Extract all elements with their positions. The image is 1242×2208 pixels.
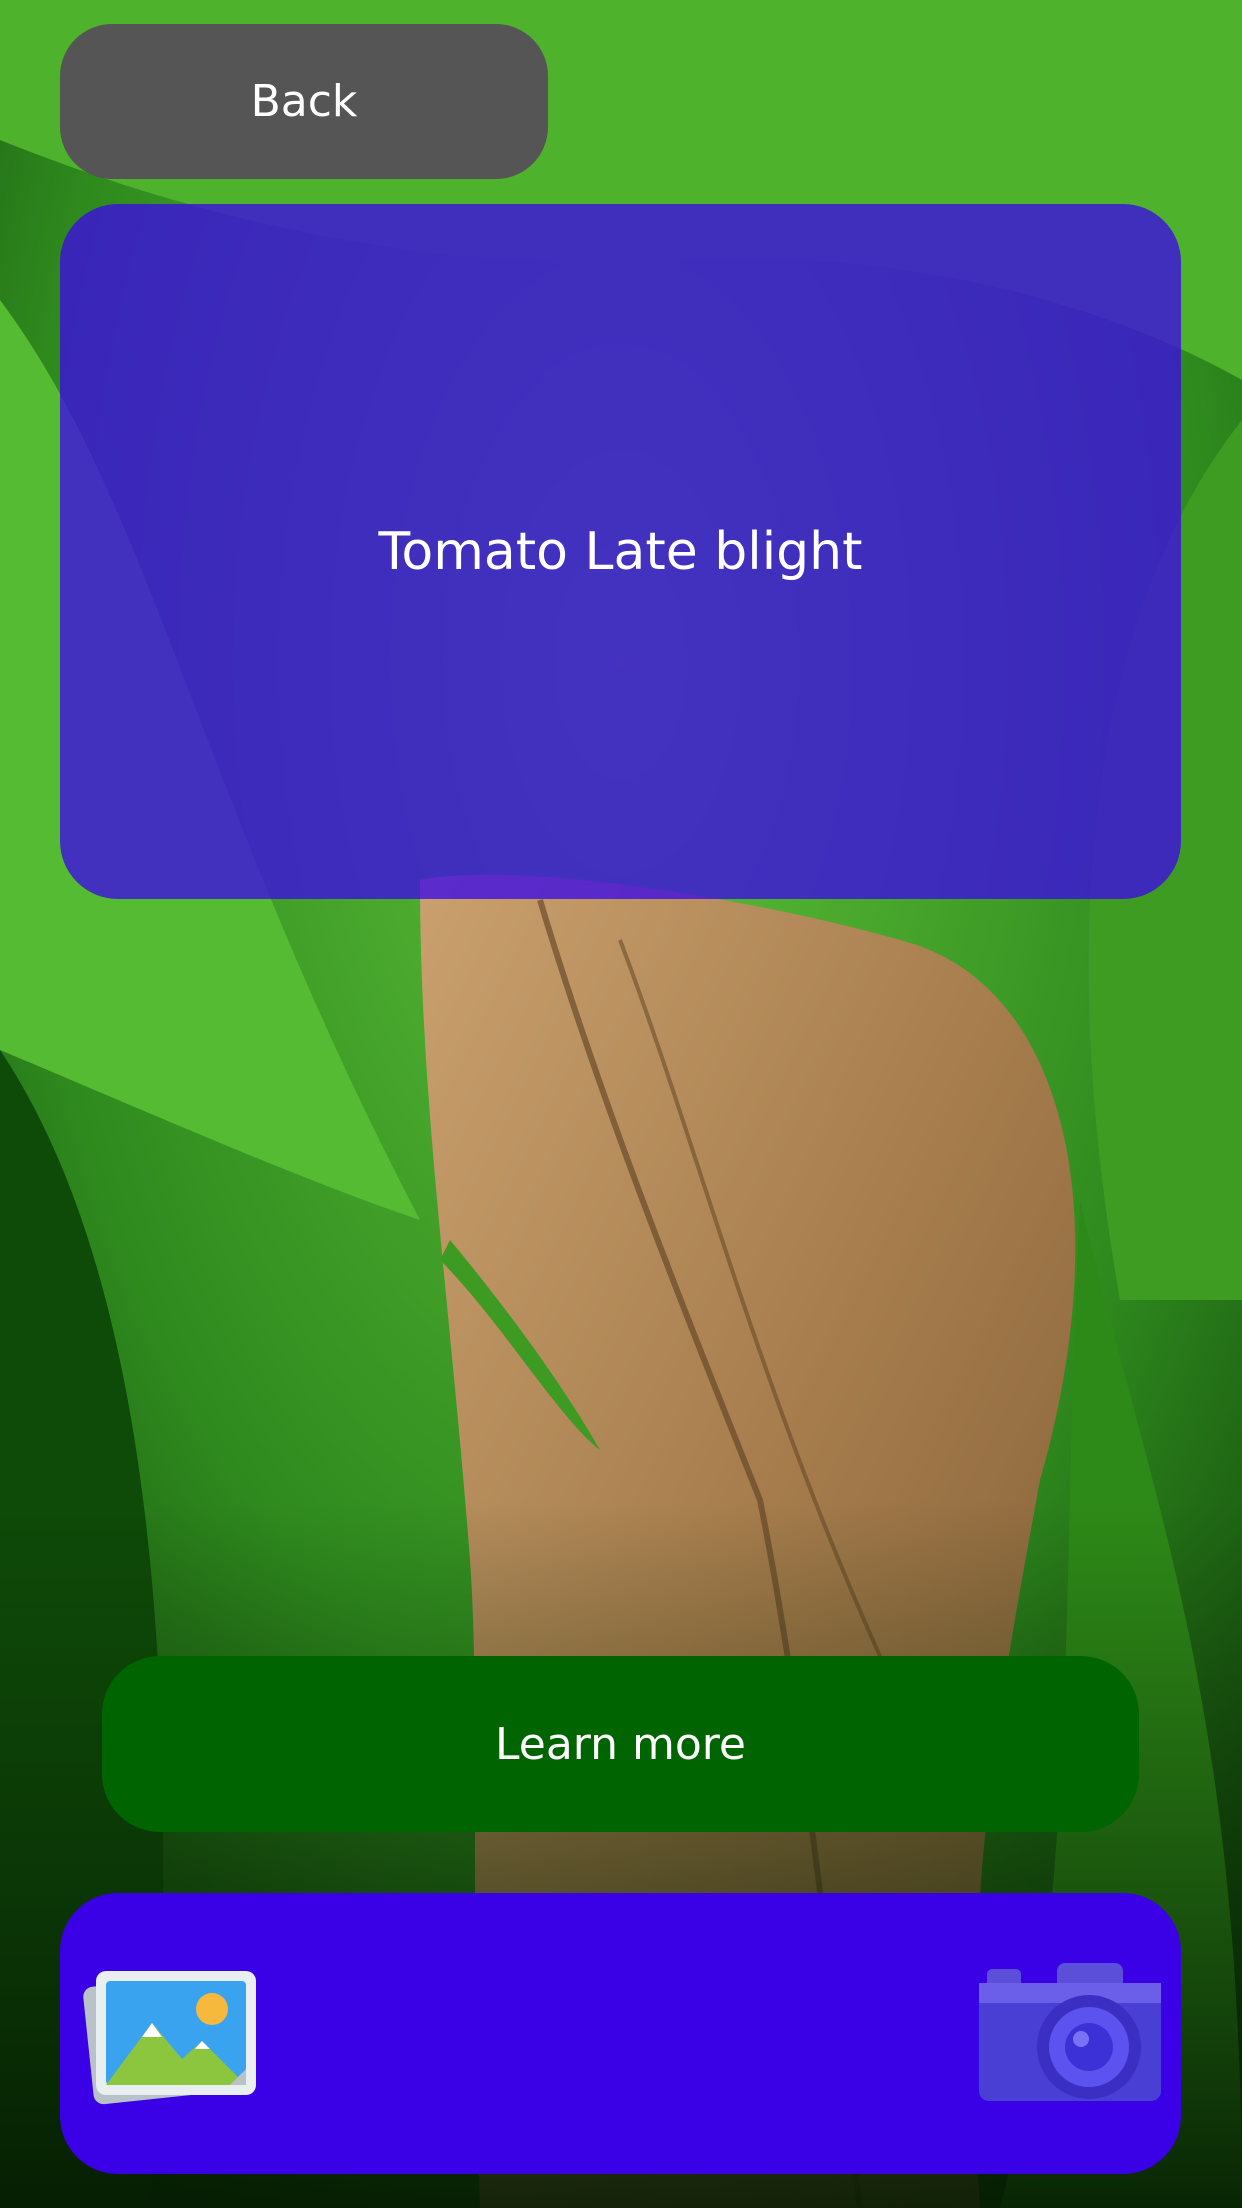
learn-more-label: Learn more	[495, 1718, 746, 1770]
back-button[interactable]: Back	[60, 24, 548, 179]
learn-more-button[interactable]: Learn more	[102, 1656, 1139, 1832]
prediction-label: Tomato Late blight	[378, 521, 863, 582]
camera-icon	[979, 1963, 1161, 2101]
prediction-result-card: Tomato Late blight	[60, 204, 1181, 899]
screen: Back Tomato Late blight Learn more	[0, 0, 1242, 2208]
camera-button[interactable]	[977, 1959, 1163, 2109]
back-button-label: Back	[250, 76, 358, 127]
gallery-button[interactable]	[82, 1957, 262, 2107]
photo-gallery-icon	[83, 1971, 256, 2105]
bottom-toolbar	[60, 1893, 1181, 2174]
